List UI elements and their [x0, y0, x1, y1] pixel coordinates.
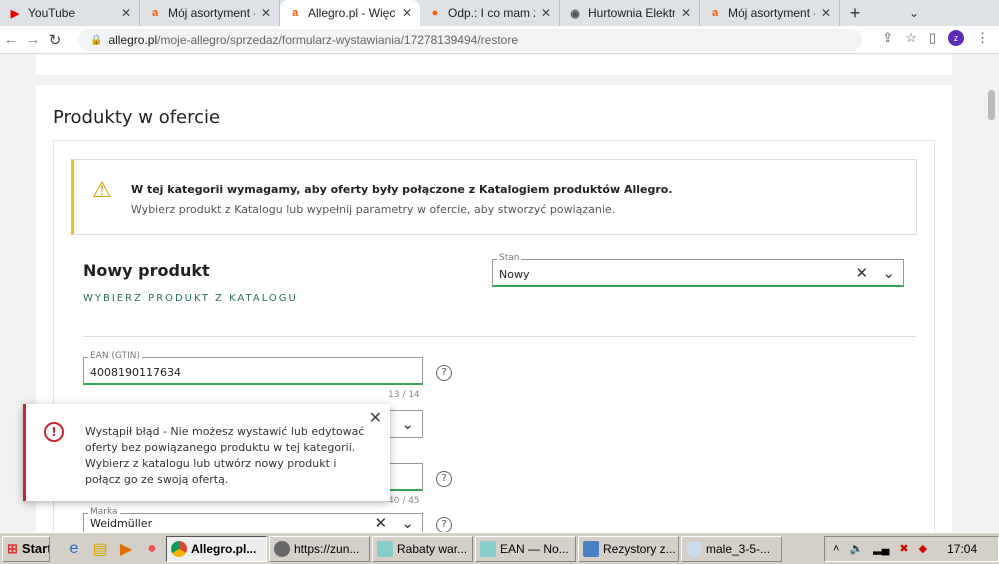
- ean-input[interactable]: EAN (GTIN) 4008190117634: [83, 351, 423, 385]
- help-icon[interactable]: ?: [436, 517, 452, 532]
- previous-card: [36, 55, 952, 75]
- stan-select[interactable]: Stan Nowy ✕ ⌄: [492, 253, 904, 287]
- close-tab-icon[interactable]: ✕: [821, 6, 831, 20]
- folder-icon[interactable]: ▤: [88, 538, 112, 560]
- url-input[interactable]: 🔒 allegro.pl/moje-allegro/sprzedaz/formul…: [78, 29, 862, 51]
- tab-allegro-active[interactable]: a Allegro.pl - Więce ✕: [280, 0, 420, 26]
- close-tab-icon[interactable]: ✕: [261, 6, 271, 20]
- share-icon[interactable]: ⇪: [882, 30, 893, 46]
- notepad-icon: [480, 540, 496, 557]
- tab-asortyment-2[interactable]: a Mój asortyment - ✕: [700, 0, 840, 26]
- new-product-heading: Nowy produkt: [83, 261, 210, 280]
- sidepanel-icon[interactable]: ▯: [929, 30, 936, 46]
- scrollbar-thumb[interactable]: [988, 90, 995, 120]
- ean-char-count: 13 / 14: [388, 390, 420, 400]
- clock: 17:04: [947, 541, 978, 556]
- allegro-icon: a: [711, 7, 719, 19]
- reload-icon[interactable]: ↻: [44, 31, 66, 49]
- taskbar-paint[interactable]: male_3-5-...: [681, 535, 782, 562]
- forward-icon[interactable]: →: [22, 31, 44, 48]
- menu-icon[interactable]: ⋮: [976, 30, 989, 46]
- page-title: Produkty w ofercie: [53, 107, 221, 128]
- marka-select[interactable]: Marka Weidmüller ✕ ⌄: [83, 507, 423, 532]
- windows-icon: ⊞: [7, 540, 18, 556]
- close-tab-icon[interactable]: ✕: [402, 6, 412, 20]
- star-icon[interactable]: ☆: [905, 30, 917, 46]
- paint-icon: [686, 540, 702, 557]
- error-icon: !: [44, 422, 64, 442]
- clear-and-chevron-icons[interactable]: ✕ ⌄: [375, 514, 414, 532]
- allegro-community-icon: ●: [431, 7, 439, 19]
- taskbar-zun[interactable]: https://zun...: [269, 535, 370, 562]
- help-icon[interactable]: ?: [436, 471, 452, 487]
- start-button[interactable]: ⊞ Start: [2, 535, 50, 562]
- taskbar-rabaty[interactable]: Rabaty war...: [372, 535, 473, 562]
- chrome-icon: [171, 540, 187, 557]
- close-tab-icon[interactable]: ✕: [681, 6, 691, 20]
- youtube-icon: ▶: [10, 7, 20, 20]
- tab-asortyment[interactable]: a Mój asortyment - ✕: [140, 0, 280, 26]
- avatar[interactable]: z: [948, 30, 964, 46]
- taskbar-rezystory[interactable]: Rezystory z...: [578, 535, 679, 562]
- chevron-down-icon[interactable]: ⌄: [401, 415, 414, 433]
- signal-icon[interactable]: ▂▄: [873, 542, 889, 555]
- media-player-icon[interactable]: ▶: [114, 538, 138, 560]
- new-tab-button[interactable]: +: [840, 0, 870, 26]
- scrollbar[interactable]: [984, 55, 999, 532]
- warning-icon: ⚠: [92, 178, 112, 203]
- back-icon[interactable]: ←: [0, 31, 22, 48]
- taskbar-chrome[interactable]: Allegro.pl...: [166, 535, 267, 562]
- notepad-icon: [377, 540, 393, 557]
- tab-hurtownia[interactable]: ◉ Hurtownia Elektro ✕: [560, 0, 700, 26]
- name-char-count: 40 / 45: [388, 496, 420, 506]
- address-bar: ← → ↻ 🔒 allegro.pl/moje-allegro/sprzedaz/…: [0, 26, 999, 54]
- allegro-icon: a: [291, 7, 299, 19]
- taskbar: ⊞ Start e ▤ ▶ ● Allegro.pl... https://zun…: [0, 532, 999, 564]
- close-tab-icon[interactable]: ✕: [541, 6, 551, 20]
- help-icon[interactable]: ?: [436, 365, 452, 381]
- system-tray: ˄ 🔈 ▂▄ ✖ ◆ 17:04: [824, 535, 999, 562]
- tab-odp[interactable]: ● Odp.: I co mam z ✕: [420, 0, 560, 26]
- globe-icon: ◉: [570, 7, 580, 20]
- network-icon[interactable]: ✖: [899, 542, 908, 555]
- allegro-icon: a: [151, 7, 159, 19]
- security-icon[interactable]: ◆: [919, 542, 927, 555]
- spreadsheet-icon: [583, 540, 599, 557]
- tray-expand-icon[interactable]: ˄: [833, 543, 839, 555]
- volume-icon[interactable]: 🔈: [849, 542, 863, 555]
- tab-bar: ▶ YouTube ✕ a Mój asortyment - ✕ a Allegro.pl…: [0, 0, 999, 26]
- lock-icon: 🔒: [90, 34, 103, 46]
- catalog-warning: ⚠ W tej kategorii wymagamy, aby oferty b…: [71, 159, 917, 235]
- firefox-icon[interactable]: ●: [140, 538, 164, 560]
- taskbar-ean[interactable]: EAN — No...: [475, 535, 576, 562]
- tab-search-chevron-icon[interactable]: ⌄: [899, 0, 929, 26]
- ie-icon[interactable]: e: [62, 538, 86, 560]
- clear-and-chevron-icons[interactable]: ✕ ⌄: [856, 264, 895, 282]
- error-toast: ! Wystąpił błąd - Nie możesz wystawić lu…: [23, 404, 390, 501]
- globe-icon: [274, 540, 290, 557]
- choose-from-catalog-link[interactable]: WYBIERZ PRODUKT Z KATALOGU: [83, 293, 298, 304]
- close-toast-button[interactable]: ✕: [369, 408, 382, 427]
- tab-youtube[interactable]: ▶ YouTube ✕: [0, 0, 140, 26]
- close-tab-icon[interactable]: ✕: [121, 6, 131, 20]
- divider: [83, 336, 916, 337]
